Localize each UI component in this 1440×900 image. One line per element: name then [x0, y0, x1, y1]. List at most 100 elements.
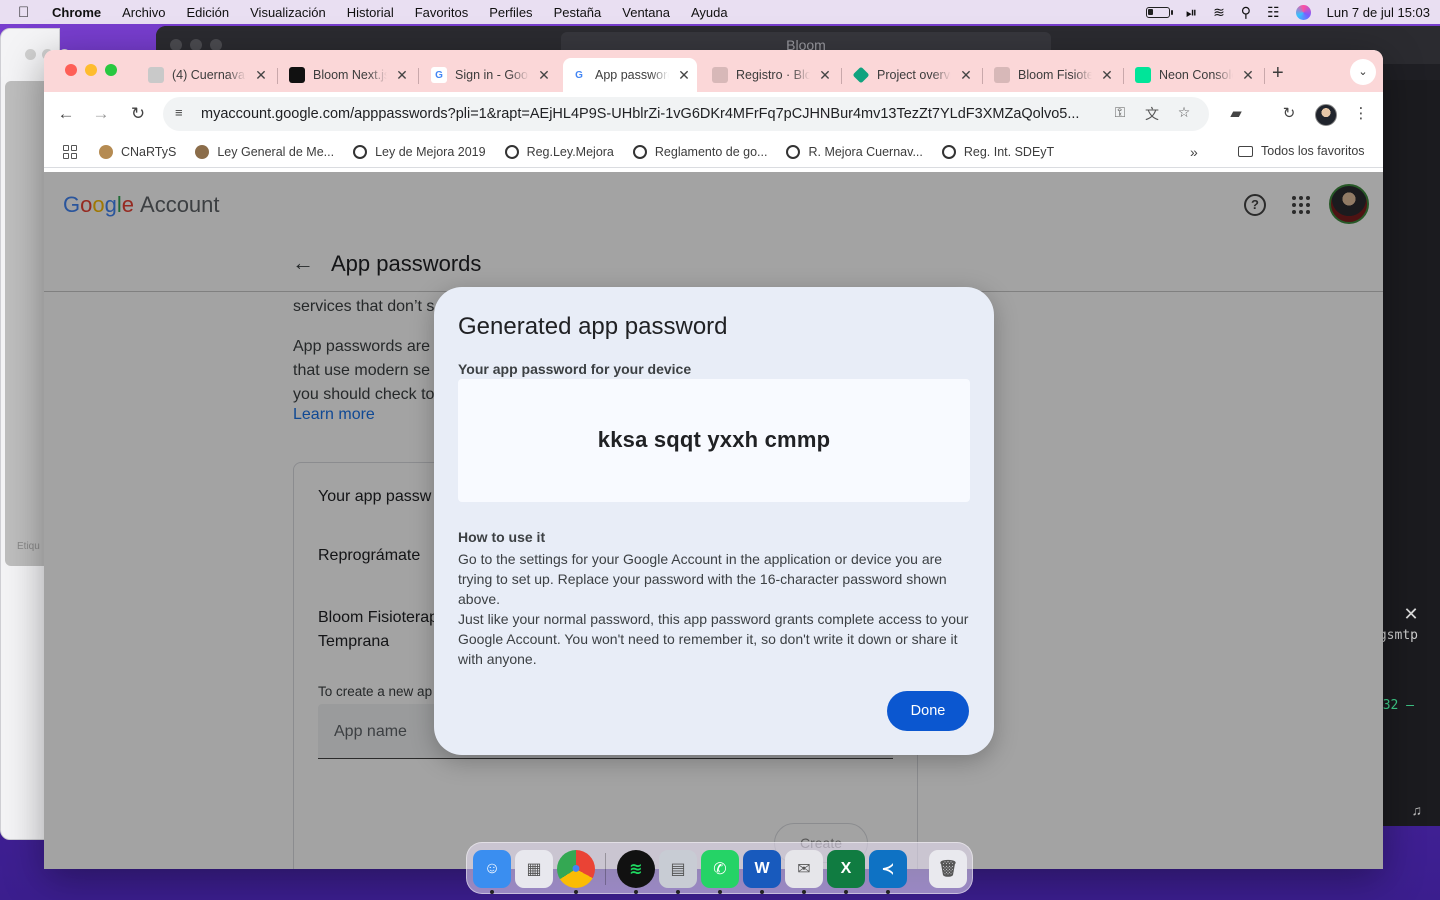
menu-perfiles[interactable]: Perfiles: [489, 5, 532, 20]
menu-edicion[interactable]: Edición: [186, 5, 229, 20]
bookmark-item[interactable]: Reglamento de go...: [632, 144, 767, 159]
zoom-window-button[interactable]: [105, 64, 117, 76]
dock-running-indicator: [676, 890, 680, 894]
browser-tab[interactable]: Registro · Bloom ✕: [704, 58, 838, 92]
bookmark-favicon-icon: [99, 144, 113, 159]
chrome-menu-icon[interactable]: ⋮: [1350, 103, 1372, 125]
site-settings-icon[interactable]: ≡: [175, 105, 191, 121]
spotlight-search-icon[interactable]: ⚲: [1241, 0, 1251, 24]
forward-button[interactable]: →: [89, 102, 113, 126]
dock-excel-icon[interactable]: X: [827, 850, 865, 888]
dock-word-icon[interactable]: W: [743, 850, 781, 888]
browser-tab[interactable]: (4) Cuernavaca ✕: [140, 58, 274, 92]
menu-ayuda[interactable]: Ayuda: [691, 5, 728, 20]
bookmark-item[interactable]: Reg. Int. SDEyT: [941, 144, 1054, 159]
globe-icon: [786, 144, 801, 159]
dock-preview-icon[interactable]: ▤: [659, 850, 697, 888]
bookmark-label: Reg.Ley.Mejora: [526, 144, 614, 159]
openai-icon: [289, 67, 305, 83]
translate-icon[interactable]: 文: [1141, 104, 1163, 124]
site-icon: [994, 67, 1010, 83]
menu-visualizacion[interactable]: Visualización: [250, 5, 326, 20]
how-to-title: How to use it: [458, 529, 546, 545]
tab-title: (4) Cuernavaca: [172, 68, 246, 82]
generated-password[interactable]: kksa sqqt yxxh cmmp: [458, 427, 970, 453]
google-icon: G: [431, 67, 447, 83]
menu-app-name[interactable]: Chrome: [52, 5, 101, 20]
control-center-icon[interactable]: ☷: [1267, 0, 1280, 24]
background-window-label: Etiqu: [17, 541, 40, 552]
bookmark-item[interactable]: Ley General de Me...: [195, 144, 334, 159]
close-tab-icon[interactable]: ✕: [1098, 67, 1116, 84]
address-bar[interactable]: ≡ myaccount.google.com/apppasswords?pli=…: [163, 97, 1209, 131]
close-window-button[interactable]: [65, 64, 77, 76]
tab-strip: (4) Cuernavaca ✕ Bloom Next.js ✕ G Sign in - …: [44, 50, 1383, 92]
play-icon[interactable]: ⏯: [1186, 0, 1197, 24]
site-icon: [148, 67, 164, 83]
dock-whatsapp-icon[interactable]: ✆: [701, 850, 739, 888]
browser-tab[interactable]: Bloom Next.js ✕: [281, 58, 415, 92]
all-bookmarks-button[interactable]: Todos los favoritos: [1238, 144, 1365, 158]
menu-historial[interactable]: Historial: [347, 5, 394, 20]
menu-archivo[interactable]: Archivo: [122, 5, 165, 20]
password-key-icon[interactable]: ⚿: [1109, 104, 1131, 124]
more-bookmarks-icon[interactable]: »: [1190, 144, 1198, 160]
dock-chrome-icon[interactable]: ●: [557, 850, 595, 888]
close-tab-icon[interactable]: ✕: [675, 67, 693, 84]
menu-ventana[interactable]: Ventana: [622, 5, 670, 20]
dock-running-indicator: [574, 890, 578, 894]
close-tab-icon[interactable]: ✕: [957, 67, 975, 84]
close-tab-icon[interactable]: ✕: [252, 67, 270, 84]
done-button[interactable]: Done: [887, 691, 969, 731]
bookmark-label: R. Mejora Cuernav...: [808, 144, 923, 159]
tab-search-button[interactable]: ⌄: [1350, 59, 1376, 85]
apps-shortcut-icon[interactable]: [63, 144, 77, 159]
apple-menu-icon[interactable]: : [18, 4, 38, 21]
dock: ☺ ▦ ● ≋ ▤ ✆ W ✉ X ≺ 🗑: [466, 842, 973, 894]
dock-trash-icon[interactable]: 🗑: [929, 850, 967, 888]
dock-launchpad-icon[interactable]: ▦: [515, 850, 553, 888]
close-tab-icon[interactable]: ✕: [1239, 67, 1257, 84]
globe-icon: [941, 144, 956, 159]
close-tab-icon[interactable]: ✕: [816, 67, 834, 84]
close-tab-icon[interactable]: ✕: [393, 67, 411, 84]
profile-avatar[interactable]: [1315, 104, 1337, 126]
performance-icon[interactable]: ↻: [1278, 103, 1300, 125]
browser-tab[interactable]: G App passwords ✕: [563, 58, 697, 92]
globe-icon: [504, 144, 519, 159]
terminal-text-green: 32 –: [1382, 698, 1414, 713]
dock-separator: [605, 853, 606, 885]
dock-running-indicator: [760, 890, 764, 894]
diamond-icon: [852, 66, 870, 84]
back-button[interactable]: ←: [54, 102, 78, 126]
minimize-window-button[interactable]: [85, 64, 97, 76]
bookmark-item[interactable]: Reg.Ley.Mejora: [504, 144, 614, 159]
dock-vscode-icon[interactable]: ≺: [869, 850, 907, 888]
siri-icon[interactable]: [1295, 4, 1311, 20]
bookmark-item[interactable]: R. Mejora Cuernav...: [786, 144, 923, 159]
reload-button[interactable]: ↻: [126, 102, 150, 126]
dock-finder-icon[interactable]: ☺: [473, 850, 511, 888]
battery-icon[interactable]: [1145, 6, 1173, 18]
url-text[interactable]: myaccount.google.com/apppasswords?pli=1&…: [201, 106, 1101, 122]
browser-tab[interactable]: Project overview ✕: [845, 58, 979, 92]
background-window-sidebar: [5, 81, 45, 566]
bookmark-list: CNaRTyS Ley General de Me... Ley de Mejora…: [99, 144, 1073, 159]
dock-spotify-icon[interactable]: ≋: [617, 850, 655, 888]
close-tab-icon[interactable]: ✕: [535, 67, 553, 84]
bookmark-item[interactable]: CNaRTyS: [99, 144, 176, 159]
browser-tab[interactable]: Neon Console ✕: [1127, 58, 1261, 92]
browser-tab[interactable]: Bloom Fisioterapia ✕: [986, 58, 1120, 92]
browser-tab[interactable]: G Sign in - Google ✕: [423, 58, 557, 92]
dock-mail-printer-icon[interactable]: ✉: [785, 850, 823, 888]
extensions-icon[interactable]: ▰: [1225, 103, 1247, 125]
wifi-icon[interactable]: ≋: [1213, 0, 1225, 24]
bookmark-star-icon[interactable]: ☆: [1173, 104, 1195, 124]
menu-pestana[interactable]: Pestaña: [554, 5, 602, 20]
menubar-clock[interactable]: Lun 7 de jul 15:03: [1327, 5, 1430, 20]
new-tab-button[interactable]: +: [1272, 62, 1284, 85]
menu-favoritos[interactable]: Favoritos: [415, 5, 468, 20]
notification-bell-icon[interactable]: ♫: [1412, 802, 1423, 818]
bookmark-item[interactable]: Ley de Mejora 2019: [353, 144, 486, 159]
tab-separator: [982, 68, 983, 84]
